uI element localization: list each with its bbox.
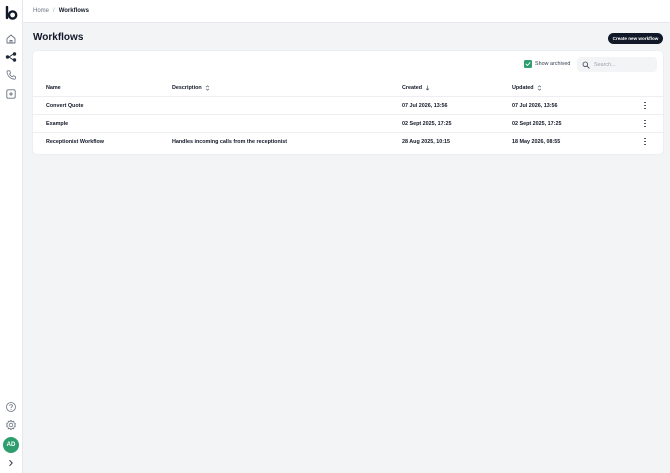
column-header-updated[interactable]: Updated	[512, 85, 542, 91]
sidebar: AD	[0, 0, 23, 473]
search-box	[577, 57, 657, 72]
row-created: 02 Sept 2025, 17:25	[402, 121, 452, 127]
more-options-icon[interactable]	[643, 119, 647, 128]
table-row[interactable]: Convert Quote 07 Jul 2026, 13:56 07 Jul …	[33, 97, 663, 115]
sort-both-icon	[205, 85, 209, 91]
show-archived-label: Show archived	[535, 61, 571, 67]
check-icon	[525, 62, 531, 66]
sort-both-icon	[537, 85, 541, 91]
breadcrumb-home-link[interactable]: Home	[33, 8, 49, 14]
table-header: Name Description Created Updated	[33, 81, 663, 97]
row-name: Convert Quote	[46, 103, 84, 109]
row-created: 07 Jul 2026, 13:56	[402, 103, 448, 109]
column-header-label: Updated	[512, 85, 534, 91]
column-header-label: Name	[46, 85, 61, 91]
avatar-initials: AD	[6, 442, 16, 448]
column-header-description[interactable]: Description	[172, 85, 210, 91]
row-description: Handles incoming calls from the receptio…	[172, 139, 288, 145]
column-header-label: Created	[402, 85, 423, 91]
column-header-label: Description	[172, 85, 202, 91]
breadcrumb-current: Workflows	[58, 8, 89, 14]
breadcrumb-separator: /	[53, 8, 55, 14]
row-updated: 02 Sept 2025, 17:25	[512, 121, 562, 127]
show-archived-toggle[interactable]: Show archived	[524, 60, 570, 68]
column-header-name[interactable]: Name	[46, 85, 61, 91]
workflows-card: Show archived Name Description Created U…	[33, 51, 663, 154]
row-name: Receptionist Workflow	[46, 139, 105, 145]
search-icon	[582, 61, 590, 69]
more-options-icon[interactable]	[643, 101, 647, 110]
table-row[interactable]: Example 02 Sept 2025, 17:25 02 Sept 2025…	[33, 115, 663, 133]
search-input[interactable]	[594, 61, 652, 68]
column-header-created[interactable]: Created	[402, 85, 430, 91]
show-archived-checkbox[interactable]	[524, 60, 532, 68]
topbar: Home / Workflows	[23, 0, 670, 23]
plus-square-icon[interactable]	[5, 88, 17, 100]
page-title: Workflows	[33, 32, 84, 43]
brand-logo-icon[interactable]	[5, 5, 18, 20]
more-options-icon[interactable]	[643, 137, 647, 146]
table-row[interactable]: Receptionist Workflow Handles incoming c…	[33, 133, 663, 151]
chevron-right-icon[interactable]	[5, 457, 17, 469]
workflow-icon[interactable]	[5, 51, 17, 63]
help-icon[interactable]	[5, 401, 17, 413]
avatar[interactable]: AD	[3, 437, 19, 453]
create-workflow-button[interactable]: Create new workflow	[608, 33, 663, 44]
home-icon[interactable]	[5, 33, 17, 45]
phone-icon[interactable]	[5, 69, 17, 81]
row-name: Example	[46, 121, 69, 127]
sort-down-icon	[425, 85, 430, 91]
gear-icon[interactable]	[5, 419, 17, 431]
breadcrumb: Home / Workflows	[33, 8, 89, 14]
row-updated: 07 Jul 2026, 13:56	[512, 103, 558, 109]
row-created: 28 Aug 2025, 10:15	[402, 139, 451, 145]
row-updated: 18 May 2026, 08:55	[512, 139, 561, 145]
